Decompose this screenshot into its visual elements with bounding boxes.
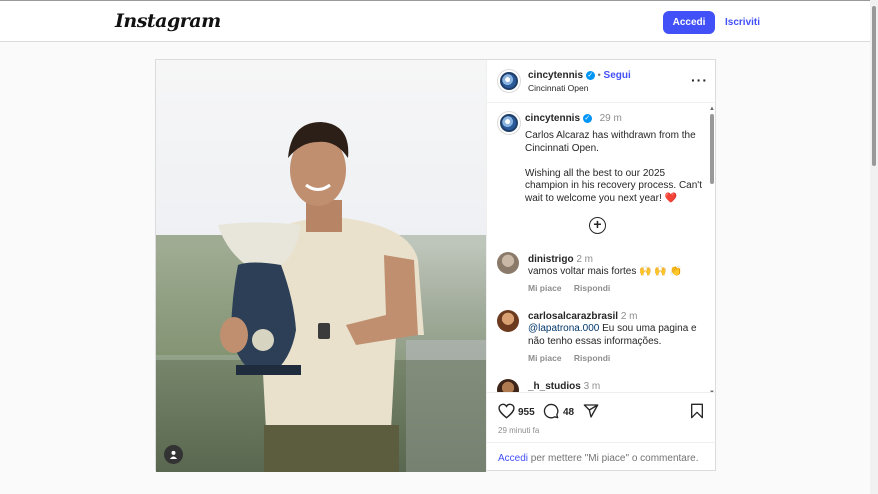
comment-header: dinistrigo 2 m [528,254,593,265]
comment-text: @lapatrona.000 Eu sou uma pagina e não t… [528,323,703,348]
comment-header: carlosalcarazbrasil 2 m [528,311,638,322]
login-prompt: Accedi per mettere "Mi piace" o commenta… [487,442,717,472]
more-options-icon[interactable]: ··· [691,72,708,88]
comments-count[interactable]: 48 [563,407,574,418]
comment-time: 3 m [583,381,601,392]
post-actions-bar: 955 48 29 minuti fa [487,392,717,442]
post-header: cincytennis ✓ • Segui Cincinnati Open ··… [487,60,717,103]
author-avatar[interactable] [498,70,520,92]
caption-time: 29 m [599,113,622,124]
heart-icon[interactable] [498,403,515,422]
post-photo-illustration [156,122,486,472]
author-username[interactable]: cincytennis [528,70,583,81]
commenter-avatar[interactable] [497,379,519,392]
verified-icon: ✓ [582,113,592,123]
login-prompt-text: per mettere "Mi piace" o commentare. [528,453,699,464]
post-container: cincytennis ✓ • Segui Cincinnati Open ··… [155,59,717,472]
comment-reply-button[interactable]: Rispondi [574,283,610,293]
comment-like-button[interactable]: Mi piace [528,353,562,363]
scroll-up-arrow-icon[interactable]: ▲ [709,106,715,112]
login-button[interactable]: Accedi [663,11,715,34]
signup-link[interactable]: Iscriviti [725,17,760,28]
comment-actions: Mi piace Rispondi [528,353,620,363]
user-tag-icon[interactable] [164,445,183,464]
instagram-logo[interactable]: Instagram [115,10,221,32]
page-scrollbar-thumb[interactable] [872,6,876,166]
post-side-panel: cincytennis ✓ • Segui Cincinnati Open ··… [486,60,717,472]
caption-author-avatar[interactable] [498,112,520,134]
comment-header: _h_studios 3 m [528,381,600,392]
comments-scrollbar-thumb[interactable] [710,114,714,184]
top-navigation-bar: Instagram Accedi Iscriviti [0,0,878,42]
comment-time: 2 m [576,254,594,265]
bookmark-icon[interactable] [690,403,704,422]
likes-count[interactable]: 955 [518,407,535,418]
commenter-avatar[interactable] [497,252,519,274]
comment-actions: Mi piace Rispondi [528,283,620,293]
post-photo[interactable] [156,60,486,472]
comment-text: vamos voltar mais fortes 🙌 🙌 👏 [528,266,683,277]
commenter-avatar[interactable] [497,310,519,332]
comment-like-button[interactable]: Mi piace [528,283,562,293]
comment-username[interactable]: _h_studios [528,381,581,392]
comment-time: 2 m [620,311,638,322]
comment-icon[interactable] [543,403,559,422]
caption-username[interactable]: cincytennis [525,113,580,124]
follow-button[interactable]: Segui [604,70,631,81]
caption-text: Carlos Alcaraz has withdrawn from the Ci… [525,130,702,204]
comment-reply-button[interactable]: Rispondi [574,353,610,363]
comments-scrollbar[interactable]: ▲ ▼ [709,106,715,392]
comments-section[interactable]: cincytennis ✓ 29 m Carlos Alcaraz has wi… [487,104,717,392]
comment-username[interactable]: carlosalcarazbrasil [528,311,618,322]
comment-mention[interactable]: @lapatrona.000 [528,323,599,334]
posted-time[interactable]: 29 minuti fa [498,426,539,435]
login-prompt-link[interactable]: Accedi [498,453,528,464]
comment-username[interactable]: dinistrigo [528,254,574,265]
verified-icon: ✓ [585,70,595,80]
share-icon[interactable] [583,403,599,422]
page-scrollbar[interactable] [870,0,878,494]
header-separator: • [597,70,601,80]
add-icon[interactable]: + [589,217,606,234]
post-location[interactable]: Cincinnati Open [528,83,588,93]
